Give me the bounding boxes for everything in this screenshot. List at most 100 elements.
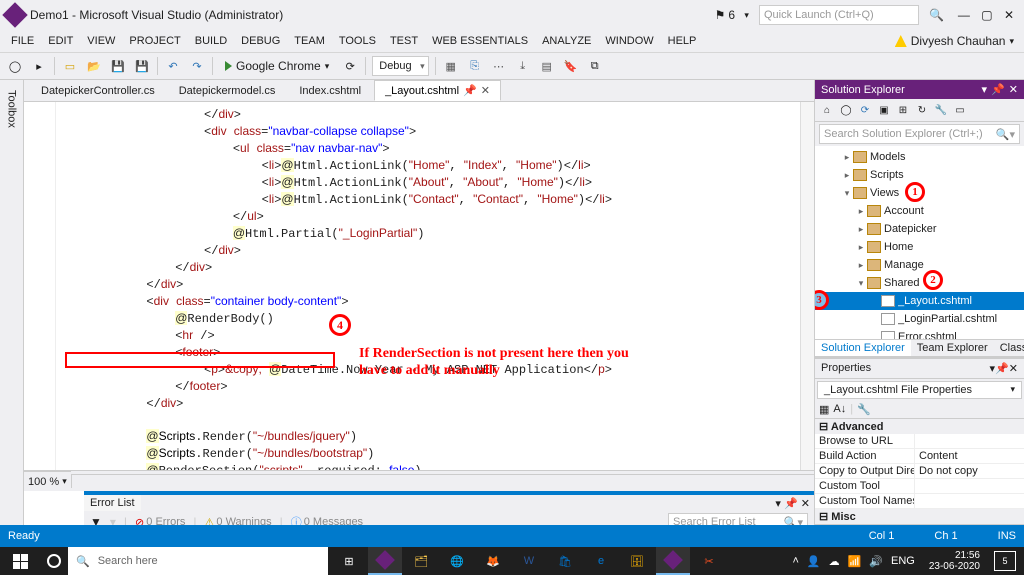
tree-folder[interactable]: ▸Home <box>815 238 1024 256</box>
panel-dropdown-button[interactable]: ▾ <box>775 498 781 510</box>
tb-icon-4[interactable]: ⤓ <box>514 57 532 75</box>
redo-button[interactable]: ↷ <box>188 57 206 75</box>
properties-grid[interactable]: ⊟ Advanced Browse to URLBuild ActionCont… <box>815 419 1024 524</box>
taskbar-app-snip[interactable]: ✂ <box>692 547 726 575</box>
taskbar-app-firefox[interactable]: 🦊 <box>476 547 510 575</box>
property-row[interactable]: Custom Tool <box>815 479 1024 494</box>
tb-icon-1[interactable]: ▦ <box>442 57 460 75</box>
code-text-area[interactable]: </div> <div class="navbar-collapse colla… <box>56 102 814 470</box>
undo-button[interactable]: ↶ <box>164 57 182 75</box>
code-editor[interactable]: </div> <div class="navbar-collapse colla… <box>24 102 814 470</box>
search-icon[interactable]: 🔍 <box>929 8 944 22</box>
panel-pin-button[interactable]: 📌 <box>784 498 798 510</box>
se-sync-button[interactable]: ⟳ <box>857 102 873 118</box>
tb-icon-3[interactable]: ⋯ <box>490 57 508 75</box>
se-close-button[interactable]: ✕ <box>1009 83 1018 96</box>
tree-folder[interactable]: ▸Account <box>815 202 1024 220</box>
cortana-button[interactable] <box>40 547 68 575</box>
taskbar-app-chrome[interactable]: 🌐 <box>440 547 474 575</box>
configuration-dropdown[interactable]: Debug <box>372 56 428 76</box>
se-bottom-tab[interactable]: Class View <box>994 340 1024 356</box>
minimize-button[interactable]: — <box>958 8 970 22</box>
toolbox-panel-collapsed[interactable]: Toolbox <box>0 80 24 545</box>
se-home-button[interactable]: ⌂ <box>819 102 835 118</box>
quick-launch-input[interactable]: Quick Launch (Ctrl+Q) <box>759 5 919 25</box>
tray-clock[interactable]: 21:56 23-06-2020 <box>923 550 986 572</box>
taskbar-app-store[interactable]: 🛍 <box>548 547 582 575</box>
tray-people-icon[interactable]: 👤 <box>807 555 821 568</box>
solution-explorer-search-input[interactable]: Search Solution Explorer (Ctrl+;) 🔍▾ <box>819 124 1020 144</box>
tray-volume-icon[interactable]: 🔊 <box>869 555 883 568</box>
zoom-level-dropdown[interactable]: 100 % ▾ <box>24 471 71 491</box>
save-button[interactable]: 💾 <box>109 57 127 75</box>
tree-file[interactable]: _Layout.cshtml <box>815 292 1024 310</box>
properties-subject-dropdown[interactable]: _Layout.cshtml File Properties▾ <box>817 381 1022 399</box>
property-row[interactable]: Copy to Output DirecDo not copy <box>815 464 1024 479</box>
menu-build[interactable]: BUILD <box>188 33 234 49</box>
maximize-button[interactable]: ▢ <box>981 8 992 22</box>
menu-edit[interactable]: EDIT <box>41 33 80 49</box>
notifications-flag[interactable]: ⚑6 ▾ <box>715 8 749 22</box>
start-debug-button[interactable]: Google Chrome ▾ <box>219 57 335 75</box>
menu-help[interactable]: HELP <box>661 33 704 49</box>
se-preview-button[interactable]: ▭ <box>952 102 968 118</box>
doc-tab[interactable]: _Layout.cshtml📌✕ <box>374 80 501 101</box>
tb-icon-7[interactable]: ⧉ <box>586 57 604 75</box>
tree-folder[interactable]: ▸Manage <box>815 256 1024 274</box>
properties-category-advanced[interactable]: ⊟ Advanced <box>815 419 1024 434</box>
taskbar-app-ssms[interactable]: 🗄 <box>620 547 654 575</box>
doc-tab[interactable]: DatepickerController.cs <box>30 81 166 101</box>
open-button[interactable]: 📂 <box>85 57 103 75</box>
menu-debug[interactable]: DEBUG <box>234 33 287 49</box>
doc-tab[interactable]: Index.cshtml <box>288 81 372 101</box>
solution-explorer-tree[interactable]: 1 2 3 ▸Models▸Scripts▾Views▸Account▸Date… <box>815 146 1024 339</box>
horizontal-scrollbar[interactable] <box>71 474 814 488</box>
props-close-button[interactable]: ✕ <box>1009 363 1018 375</box>
menu-project[interactable]: PROJECT <box>122 33 187 49</box>
props-pin-button[interactable]: 📌 <box>995 363 1009 375</box>
refresh-button[interactable]: ⟳ <box>341 57 359 75</box>
tree-folder[interactable]: ▸Scripts <box>815 166 1024 184</box>
se-back-button[interactable]: ◯ <box>838 102 854 118</box>
tb-icon-6[interactable]: 🔖 <box>562 57 580 75</box>
props-tool-button[interactable]: 🔧 <box>857 403 871 416</box>
alphabetical-button[interactable]: A↓ <box>833 403 846 416</box>
menu-web-essentials[interactable]: WEB ESSENTIALS <box>425 33 535 49</box>
tree-file[interactable]: Error.cshtml <box>815 328 1024 339</box>
taskbar-app-edge[interactable]: e <box>584 547 618 575</box>
menu-file[interactable]: FILE <box>4 33 41 49</box>
nav-forward-button[interactable]: ▸ <box>30 57 48 75</box>
signed-in-user[interactable]: Divyesh Chauhan <box>911 34 1006 48</box>
categorize-button[interactable]: ▦ <box>819 403 829 416</box>
tray-language[interactable]: ENG <box>891 555 915 567</box>
property-row[interactable]: Browse to URL <box>815 434 1024 449</box>
se-pin-button[interactable]: 📌 <box>991 83 1005 96</box>
se-collapse-button[interactable]: ▣ <box>876 102 892 118</box>
tray-onedrive-icon[interactable]: ☁ <box>829 555 840 568</box>
tree-folder[interactable]: ▾Shared <box>815 274 1024 292</box>
menu-team[interactable]: TEAM <box>287 33 332 49</box>
taskbar-app-word[interactable]: W <box>512 547 546 575</box>
property-row[interactable]: Build ActionContent <box>815 449 1024 464</box>
task-view-button[interactable]: ⊞ <box>332 547 366 575</box>
new-project-button[interactable]: ▭ <box>61 57 79 75</box>
se-properties-button[interactable]: 🔧 <box>933 102 949 118</box>
se-refresh-button[interactable]: ↻ <box>914 102 930 118</box>
vertical-scrollbar[interactable] <box>800 102 814 470</box>
tree-folder[interactable]: ▸Models <box>815 148 1024 166</box>
panel-close-button[interactable]: ✕ <box>801 498 810 510</box>
menu-analyze[interactable]: ANALYZE <box>535 33 598 49</box>
save-all-button[interactable]: 💾 <box>133 57 151 75</box>
tb-icon-2[interactable]: ⎘ <box>466 57 484 75</box>
taskbar-app-vs2[interactable] <box>656 547 690 575</box>
menu-tools[interactable]: TOOLS <box>332 33 383 49</box>
tb-icon-5[interactable]: ▤ <box>538 57 556 75</box>
se-bottom-tab[interactable]: Solution Explorer <box>815 340 911 356</box>
properties-category-misc[interactable]: ⊟ Misc <box>815 509 1024 524</box>
menu-view[interactable]: VIEW <box>80 33 122 49</box>
tray-network-icon[interactable]: 📶 <box>848 555 862 568</box>
tree-folder[interactable]: ▸Datepicker <box>815 220 1024 238</box>
taskbar-app-vs[interactable] <box>368 547 402 575</box>
property-row[interactable]: Custom Tool Namesp <box>815 494 1024 509</box>
se-dropdown-button[interactable]: ▾ <box>982 83 988 96</box>
